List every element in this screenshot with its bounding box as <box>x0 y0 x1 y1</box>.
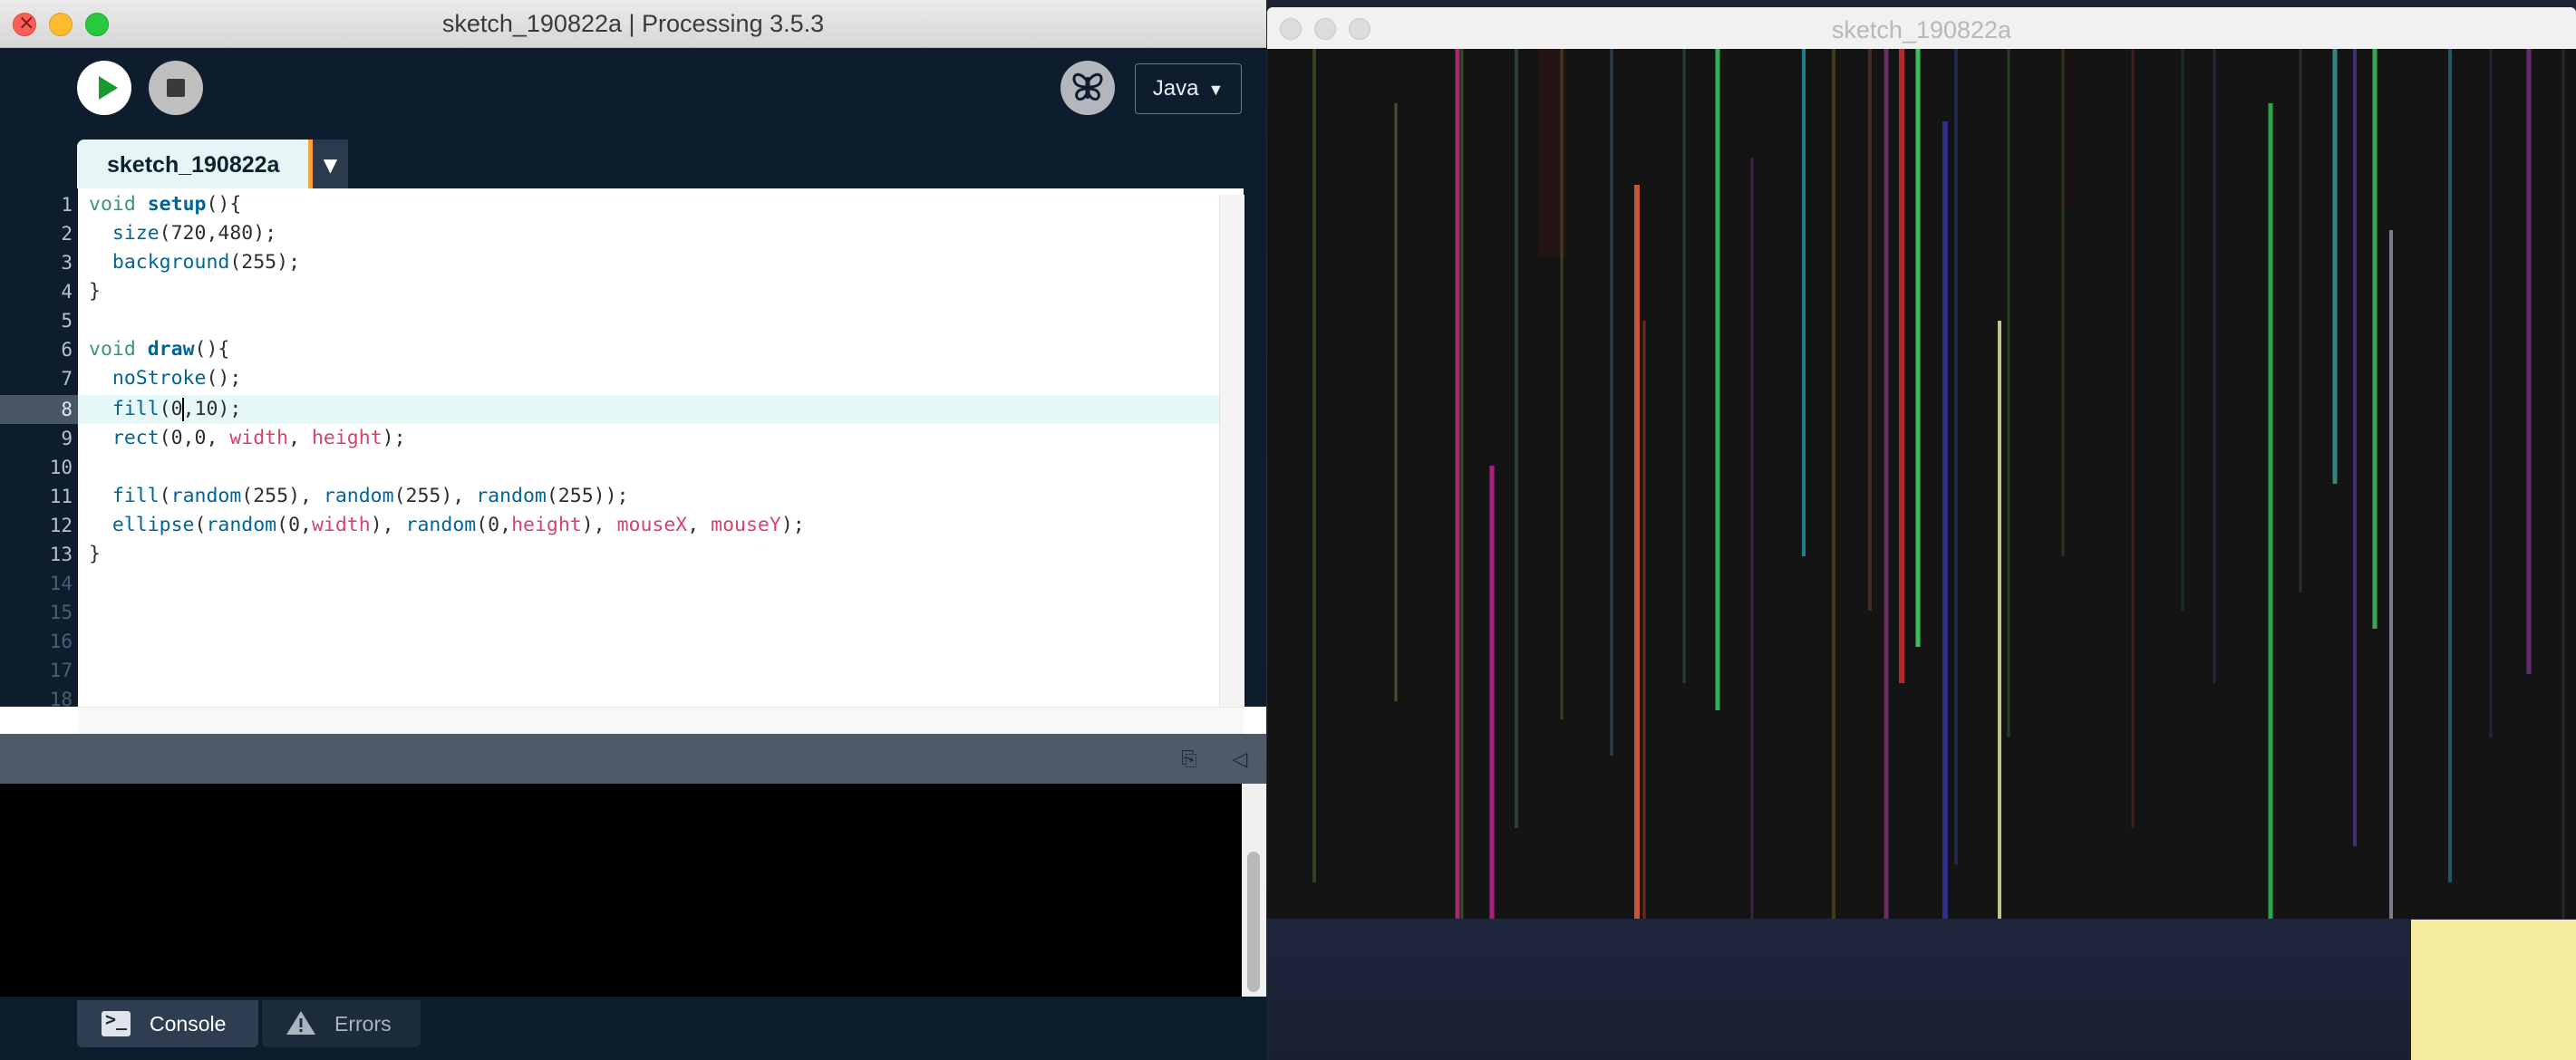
line-number: 4 <box>61 281 73 303</box>
code-line-1: void setup(){ <box>89 193 242 216</box>
sketch-output-window: sketch_190822a <box>1267 7 2576 919</box>
code-line-4: } <box>89 280 101 303</box>
butterfly-debugger-icon <box>1072 72 1103 101</box>
code-line-13: } <box>89 543 101 565</box>
tab-errors[interactable]: Errors <box>262 1000 421 1047</box>
debug-button[interactable] <box>1060 61 1115 115</box>
play-icon <box>99 76 118 100</box>
copy-icon[interactable]: ⎘ <box>1178 749 1200 771</box>
console-scrollbar-thumb[interactable] <box>1247 852 1260 992</box>
line-number: 15 <box>49 602 73 623</box>
ide-titlebar: sketch_190822a | Processing 3.5.3 <box>0 0 1266 48</box>
line-number: 7 <box>61 368 73 390</box>
code-line-8: fill(0,10); <box>111 398 242 421</box>
line-number: 13 <box>49 544 73 565</box>
code-line-12: ellipse(random(0,width), random(0,height… <box>111 514 805 536</box>
line-number: 17 <box>49 660 73 681</box>
line-number: 10 <box>49 457 73 478</box>
stop-button[interactable] <box>149 61 203 115</box>
sketch-canvas[interactable] <box>1267 49 2576 919</box>
line-number-gutter: 1 2 3 4 5 6 7 8 9 10 11 12 13 14 15 16 1… <box>0 188 78 710</box>
chevron-down-icon: ▼ <box>1207 81 1225 99</box>
mode-label: Java <box>1152 76 1199 101</box>
editor-vertical-scrollbar[interactable] <box>1219 195 1244 707</box>
processing-ide-window: sketch_190822a | Processing 3.5.3 Java▼ … <box>0 0 1266 1060</box>
code-line-3: background(255); <box>111 251 301 274</box>
code-line-9: rect(0,0, width, height); <box>111 427 406 449</box>
mode-selector[interactable]: Java ▼ <box>1135 63 1242 114</box>
line-number: 5 <box>61 310 73 332</box>
code-line-7: noStroke(); <box>111 367 242 390</box>
line-number: 11 <box>49 486 73 507</box>
line-number: 2 <box>61 223 73 245</box>
tab-menu-button[interactable]: ▼ <box>313 140 348 188</box>
stop-icon <box>167 79 185 97</box>
line-number: 14 <box>49 573 73 594</box>
tab-sketch-190822a[interactable]: sketch_190822a <box>77 140 308 188</box>
line-number: 3 <box>61 252 73 274</box>
errors-tab-label: Errors <box>334 1012 392 1036</box>
line-number: 12 <box>49 515 73 536</box>
line-number: 1 <box>61 194 73 216</box>
tab-console[interactable]: >_ Console <box>77 1000 258 1047</box>
code-line-6: void draw(){ <box>89 338 230 361</box>
terminal-icon: >_ <box>102 1008 131 1036</box>
console-tab-label: Console <box>150 1012 227 1036</box>
ide-window-title: sketch_190822a | Processing 3.5.3 <box>441 10 825 37</box>
console-output[interactable] <box>0 784 1242 997</box>
line-number: 16 <box>49 631 73 652</box>
line-number: 9 <box>61 428 73 449</box>
current-line-highlight <box>78 395 1219 424</box>
code-line-11: fill(random(255), random(255), random(25… <box>111 485 629 507</box>
console-header-bar <box>0 734 1266 784</box>
sketch-titlebar: sketch_190822a <box>1267 7 2576 50</box>
code-editor[interactable]: void setup(){ size(720,480); background(… <box>78 188 1244 707</box>
collapse-triangle-icon[interactable]: ◁ <box>1229 748 1251 772</box>
sticky-note <box>2411 920 2576 1060</box>
sketch-window-title: sketch_190822a <box>1831 16 2012 43</box>
run-button[interactable] <box>77 61 131 115</box>
editor-horizontal-scrollbar[interactable] <box>78 707 1244 735</box>
editor-bottom-strip <box>0 707 1266 735</box>
code-line-2: size(720,480); <box>111 222 277 245</box>
warning-icon <box>286 1011 315 1035</box>
sketch-drawing <box>1267 49 2576 919</box>
line-number-current: 8 <box>0 395 78 424</box>
line-number: 6 <box>61 339 73 361</box>
